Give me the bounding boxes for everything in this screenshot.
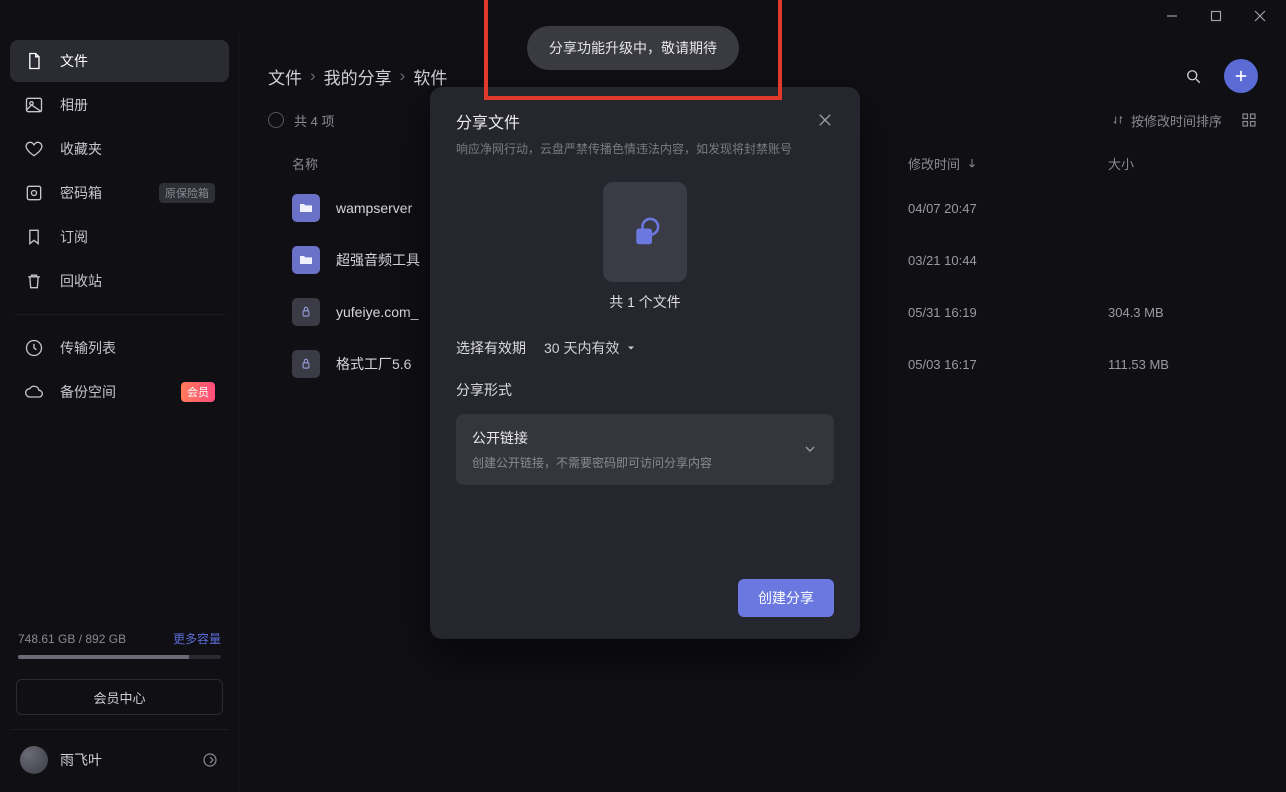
file-count: 共 1 个文件 (456, 292, 834, 312)
sidebar-item-subscribe[interactable]: 订阅 (10, 216, 229, 258)
sidebar-item-favorites[interactable]: 收藏夹 (10, 128, 229, 170)
sidebar-item-label: 传输列表 (60, 338, 116, 358)
create-share-button[interactable]: 创建分享 (738, 579, 834, 617)
image-icon (24, 95, 44, 115)
breadcrumb-item: 软件 (413, 64, 447, 89)
sidebar-item-label: 密码箱 (60, 183, 102, 203)
toast-text: 分享功能升级中，敬请期待 (549, 40, 717, 56)
file-size: 111.53 MB (1108, 357, 1258, 372)
file-type-icon (292, 350, 320, 378)
file-preview (603, 182, 687, 282)
view-toggle-button[interactable] (1240, 111, 1258, 129)
share-dialog: 分享文件 响应净网行动，云盘严禁传播色情违法内容，如发现将封禁账号 共 1 个文… (430, 87, 860, 639)
username: 雨飞叶 (60, 750, 102, 770)
select-all-checkbox[interactable] (268, 112, 284, 128)
storage-panel: 748.61 GB / 892 GB 更多容量 (10, 630, 229, 673)
highlight-box: 分享功能升级中，敬请期待 (484, 0, 782, 100)
search-button[interactable] (1176, 59, 1210, 93)
sidebar-item-label: 相册 (60, 95, 88, 115)
share-option-public[interactable]: 公开链接 创建公开链接，不需要密码即可访问分享内容 (456, 414, 834, 485)
divider (14, 314, 225, 315)
folder-icon (292, 246, 320, 274)
sidebar-item-vault[interactable]: 密码箱 原保险箱 (10, 172, 229, 214)
chevron-down-icon (625, 342, 637, 354)
avatar (20, 746, 48, 774)
col-time[interactable]: 修改时间 (908, 154, 1108, 173)
file-type-icon (292, 298, 320, 326)
cloud-icon (24, 382, 44, 402)
sidebar-item-album[interactable]: 相册 (10, 84, 229, 126)
sidebar-item-transfers[interactable]: 传输列表 (10, 327, 229, 369)
window-close[interactable] (1238, 2, 1282, 30)
close-icon (816, 111, 834, 129)
bookmark-icon (24, 227, 44, 247)
sidebar-item-label: 回收站 (60, 271, 102, 291)
window-maximize[interactable] (1194, 2, 1238, 30)
file-time: 05/03 16:17 (908, 357, 1108, 372)
file-icon (24, 51, 44, 71)
storage-text: 748.61 GB / 892 GB (18, 632, 126, 646)
dialog-close-button[interactable] (816, 111, 834, 129)
validity-select[interactable]: 30 天内有效 (544, 338, 637, 358)
sidebar-badge: 原保险箱 (159, 183, 215, 203)
sidebar-item-label: 备份空间 (60, 382, 116, 402)
file-size: 304.3 MB (1108, 305, 1258, 320)
sort-button[interactable]: 按修改时间排序 (1111, 111, 1222, 130)
file-time: 05/31 16:19 (908, 305, 1108, 320)
sidebar-item-trash[interactable]: 回收站 (10, 260, 229, 302)
breadcrumb-item[interactable]: 文件 (268, 64, 302, 89)
sidebar-item-files[interactable]: 文件 (10, 40, 229, 82)
dialog-title: 分享文件 (456, 109, 792, 133)
user-row[interactable]: 雨飞叶 (10, 729, 229, 784)
sidebar-item-label: 文件 (60, 51, 88, 71)
folder-icon (292, 194, 320, 222)
file-time: 04/07 20:47 (908, 201, 1108, 216)
transfer-icon (24, 338, 44, 358)
share-file-icon (624, 211, 666, 253)
safe-icon (24, 183, 44, 203)
storage-bar (18, 655, 221, 659)
option-title: 公开链接 (472, 428, 712, 448)
option-desc: 创建公开链接，不需要密码即可访问分享内容 (472, 454, 712, 471)
heart-icon (24, 139, 44, 159)
breadcrumb: 文件 › 我的分享 › 软件 (268, 64, 447, 89)
sidebar: 文件 相册 收藏夹 密码箱 原保险箱 订阅 回收站 (0, 32, 240, 792)
chevron-down-icon (802, 441, 818, 457)
toast: 分享功能升级中，敬请期待 (527, 26, 739, 70)
sidebar-item-label: 收藏夹 (60, 139, 102, 159)
col-size[interactable]: 大小 (1108, 154, 1258, 173)
share-form-label: 分享形式 (456, 380, 834, 400)
arrow-down-icon (966, 157, 978, 169)
trash-icon (24, 271, 44, 291)
sidebar-item-label: 订阅 (60, 227, 88, 247)
file-time: 03/21 10:44 (908, 253, 1108, 268)
sync-icon[interactable] (201, 751, 219, 769)
window-minimize[interactable] (1150, 2, 1194, 30)
breadcrumb-item[interactable]: 我的分享 (324, 64, 392, 89)
dialog-subtitle: 响应净网行动，云盘严禁传播色情违法内容，如发现将封禁账号 (456, 141, 792, 158)
sidebar-badge-vip: 会员 (181, 382, 215, 402)
add-button[interactable] (1224, 59, 1258, 93)
validity-label: 选择有效期 (456, 338, 526, 358)
storage-more-link[interactable]: 更多容量 (173, 630, 221, 647)
chevron-right-icon: › (310, 66, 316, 86)
member-center-button[interactable]: 会员中心 (16, 679, 223, 715)
chevron-right-icon: › (400, 66, 406, 86)
sidebar-item-backup[interactable]: 备份空间 会员 (10, 371, 229, 413)
item-count: 共 4 项 (294, 111, 334, 130)
